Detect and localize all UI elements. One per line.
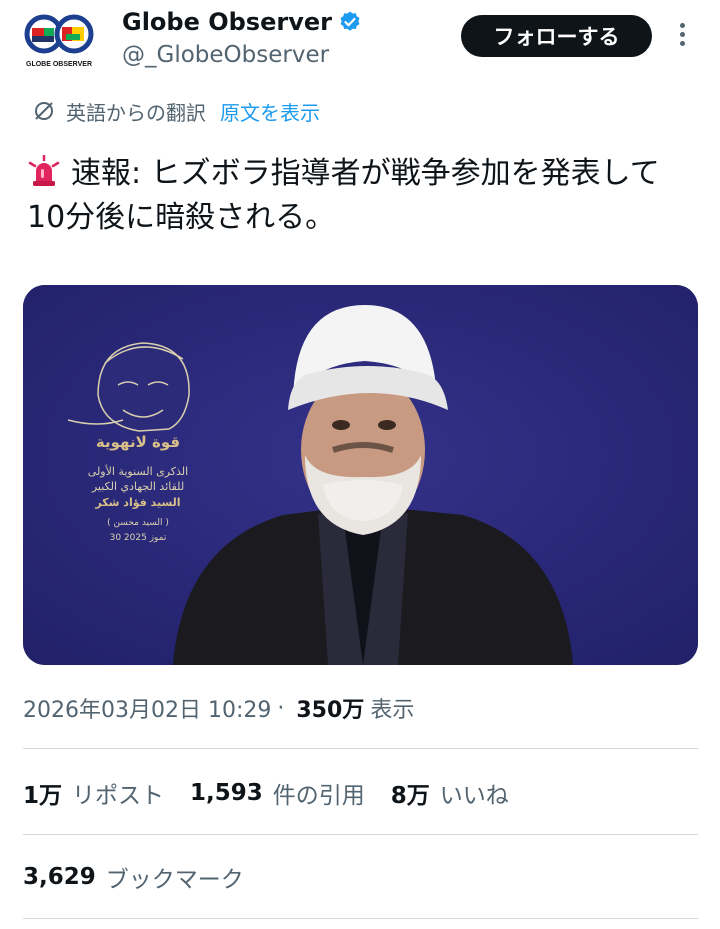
reposts-label: リポスト [72, 783, 165, 809]
verified-badge-icon [340, 11, 360, 31]
bookmarks-label: ブックマーク [105, 867, 244, 893]
show-original-link[interactable]: 原文を表示 [220, 97, 320, 126]
translation-label: 英語からの翻訳 [66, 100, 206, 125]
poster-line: السيد فؤاد شكر [94, 496, 180, 509]
tweet-media-image[interactable]: قوة لانهوية الذكرى السنوية الأولى للقائد… [23, 285, 698, 665]
display-name[interactable]: Globe Observer [122, 6, 362, 38]
poster-line: الذكرى السنوية الأولى [88, 464, 188, 478]
likes-stat[interactable]: 8万 いいね [391, 776, 509, 810]
quotes-count: 1,593 [190, 780, 263, 806]
divider [23, 834, 698, 835]
translation-row: 英語からの翻訳 原文を表示 [32, 96, 320, 126]
name-block: Globe Observer @_GlobeObserver [122, 6, 362, 70]
more-options-icon[interactable] [672, 20, 692, 50]
poster-line: 30 تموز 2025 [110, 533, 167, 543]
reposts-count: 1万 [23, 783, 63, 809]
quotes-stat[interactable]: 1,593 件の引用 [190, 776, 365, 810]
translate-icon [35, 102, 53, 120]
bookmarks-stat[interactable]: 3,629 ブックマーク [23, 860, 244, 894]
tweet-header: GLOBE OBSERVER Globe Observer @_GlobeObs… [0, 0, 720, 90]
avatar[interactable]: GLOBE OBSERVER [22, 12, 96, 72]
handle[interactable]: @_GlobeObserver [122, 40, 362, 70]
divider [23, 748, 698, 749]
engagement-stats: 1万 リポスト 1,593 件の引用 8万 いいね [23, 776, 535, 810]
bookmarks-count: 3,629 [23, 864, 96, 890]
quotes-label: 件の引用 [272, 783, 365, 809]
poster-line: ( السيد محسن ) [107, 518, 169, 528]
likes-count: 8万 [390, 783, 430, 809]
follow-button[interactable]: フォローする [461, 15, 652, 57]
reposts-stat[interactable]: 1万 リポスト [23, 776, 164, 810]
tweet-text: 速報: ヒズボラ指導者が戦争参加を発表して10分後に暗殺される。 [27, 155, 660, 235]
timestamp[interactable]: 2026年03月02日 10:29 [23, 692, 271, 724]
divider [23, 918, 698, 919]
rotating-light-icon [28, 155, 60, 186]
svg-text:GLOBE OBSERVER: GLOBE OBSERVER [26, 61, 92, 68]
meta-separator: · [277, 695, 285, 721]
likes-label: いいね [439, 783, 509, 809]
tweet-meta: 2026年03月02日 10:29 · 350万 表示 [23, 692, 414, 724]
views-label: 表示 [370, 698, 415, 723]
poster-title: قوة لانهوية [96, 433, 180, 451]
poster-line: للقائد الجهادي الكبير [91, 480, 184, 493]
views-count: 350万 [296, 698, 365, 723]
